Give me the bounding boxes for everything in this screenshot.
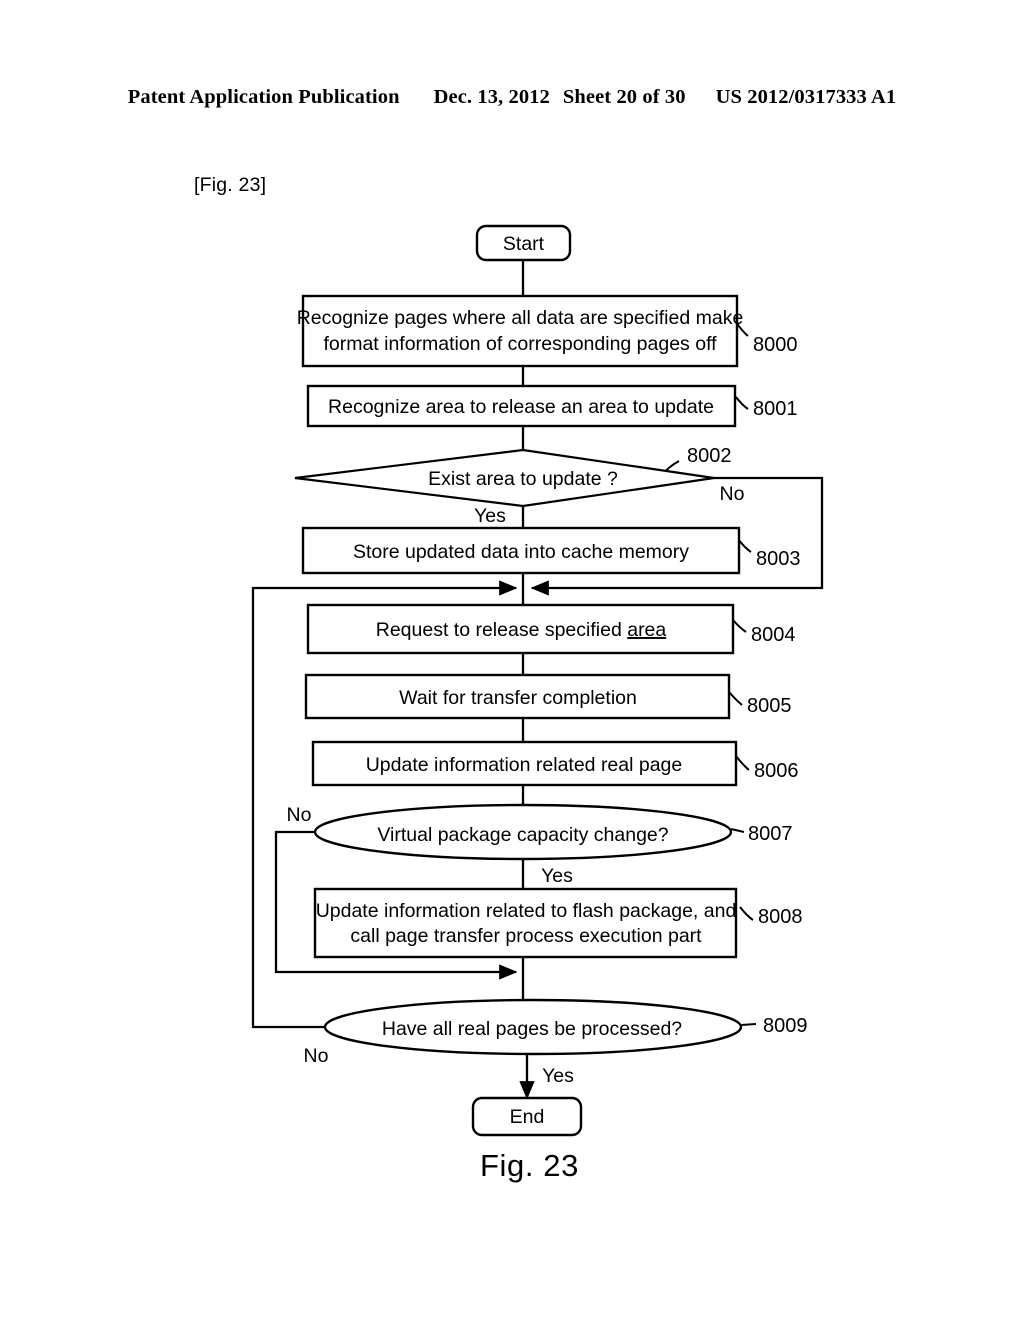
ref-8002: 8002 — [687, 445, 732, 467]
node-8009-line1: Have all real pages be processed? — [382, 1018, 682, 1040]
node-8008: Update information related to flash pack… — [313, 887, 803, 959]
edge-label-8007-no: No — [287, 804, 312, 826]
start-label: Start — [503, 233, 545, 255]
node-8001-line1: Recognize area to release an area to upd… — [328, 396, 714, 418]
ref-8009: 8009 — [763, 1015, 808, 1037]
ref-8007: 8007 — [748, 823, 793, 845]
edge-label-8007-yes: Yes — [541, 865, 573, 887]
node-8009: Have all real pages be processed? 8009 — [323, 998, 808, 1056]
edge-label-8009-yes: Yes — [542, 1065, 574, 1087]
leader-8008 — [739, 906, 754, 921]
node-8001: Recognize area to release an area to upd… — [306, 384, 798, 428]
node-8008-line1: Update information related to flash pack… — [316, 900, 737, 922]
figure-caption: Fig. 23 — [0, 1148, 1024, 1184]
node-8000-line1: Recognize pages where all data are speci… — [297, 307, 744, 329]
node-start: Start — [475, 224, 572, 262]
edge-label-8002-yes: Yes — [474, 505, 506, 527]
node-8005: Wait for transfer completion 8005 — [304, 673, 792, 720]
figure-caption-text: Fig. 23 — [480, 1148, 579, 1183]
ref-8005: 8005 — [747, 695, 792, 717]
edge-label-8009-no: No — [304, 1045, 329, 1067]
ref-8001: 8001 — [753, 398, 798, 420]
node-8004-line2: area — [627, 619, 666, 641]
leader-8001 — [735, 396, 749, 410]
node-8006-line1: Update information related real page — [366, 754, 683, 776]
node-8000: Recognize pages where all data are speci… — [297, 294, 798, 368]
ref-8003: 8003 — [756, 548, 801, 570]
node-8002-line1: Exist area to update ? — [428, 468, 618, 490]
ref-8004: 8004 — [751, 624, 796, 646]
ref-8006: 8006 — [754, 760, 799, 782]
node-8008-line2: call page transfer process execution par… — [350, 925, 702, 947]
leader-8004 — [732, 619, 747, 633]
node-8002: Exist area to update ? 8002 — [294, 445, 732, 508]
node-8000-line2: format information of corresponding page… — [323, 333, 717, 355]
node-8004: Request to release specified area 8004 — [306, 603, 796, 655]
node-end: End — [471, 1096, 583, 1137]
edge-label-8002-no: No — [720, 483, 745, 505]
node-8003-line1: Store updated data into cache memory — [353, 541, 689, 563]
node-8004-line1: Request to release specified — [376, 619, 627, 641]
node-8005-line1: Wait for transfer completion — [399, 687, 637, 709]
node-8003: Store updated data into cache memory 800… — [301, 526, 801, 575]
end-label: End — [510, 1106, 545, 1128]
node-8006: Update information related real page 800… — [311, 740, 799, 787]
leader-8005 — [728, 691, 743, 706]
flowchart-diagram: Start Recognize pages where all data are… — [251, 224, 824, 1137]
ref-8008: 8008 — [758, 906, 803, 928]
node-8007-line1: Virtual package capacity change? — [377, 824, 668, 846]
leader-8006 — [735, 755, 750, 771]
leader-8007 — [730, 828, 745, 833]
node-8004-text: Request to release specified area — [376, 619, 667, 641]
ref-8000: 8000 — [753, 334, 798, 356]
node-8007: Virtual package capacity change? 8007 — [313, 803, 793, 861]
leader-8009 — [740, 1023, 757, 1026]
